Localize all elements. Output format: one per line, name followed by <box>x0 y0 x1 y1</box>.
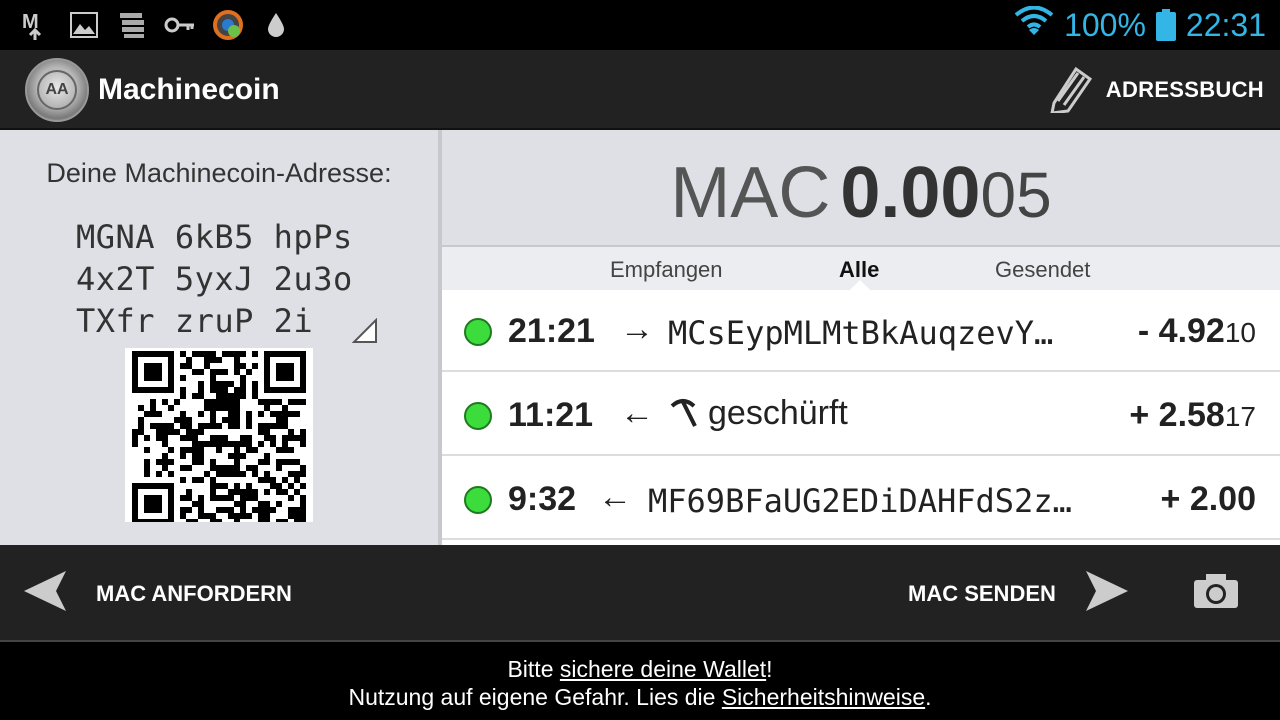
outgoing-arrow-icon: → <box>620 310 654 348</box>
amount-small-digits: 10 <box>1224 317 1256 348</box>
send-coins-label: MAC SENDEN <box>908 580 1056 606</box>
safety-notes-link[interactable]: Sicherheitshinweise <box>722 684 925 710</box>
footer-line-1: Bitte sichere deine Wallet! <box>0 656 1280 683</box>
amount-main: - 4.92 <box>1137 312 1225 350</box>
tab-received[interactable]: Empfangen <box>610 257 723 283</box>
address-book-label: ADRESSBUCH <box>1105 77 1264 102</box>
status-bar: M 100% 22:31 <box>0 0 1280 50</box>
camera-icon <box>1192 572 1240 615</box>
balance-area: MAC 0.00 05 <box>442 130 1280 245</box>
pencil-icon <box>1049 63 1094 118</box>
action-bar: AA Machinecoin ADRESSBUCH <box>0 50 1280 130</box>
balance: MAC 0.00 05 <box>442 130 1280 245</box>
footer-text: . <box>925 684 932 710</box>
wifi-icon <box>1014 5 1054 44</box>
key-icon <box>164 10 196 40</box>
drop-icon <box>264 10 288 40</box>
pickaxe-icon <box>668 398 698 437</box>
address-line-1[interactable]: MGNA 6kB5 hpPs <box>76 218 353 256</box>
address-book-button[interactable]: ADRESSBUCH <box>1049 50 1280 130</box>
tab-sent[interactable]: Gesendet <box>995 257 1090 283</box>
address-panel: Deine Machinecoin-Adresse: MGNA 6kB5 hpP… <box>0 130 438 545</box>
footer-text: Nutzung auf eigene Gefahr. Lies die <box>348 684 722 710</box>
coin-icon: AA <box>37 70 77 110</box>
incoming-arrow-icon: ← <box>620 394 654 432</box>
backup-wallet-link[interactable]: sichere deine Wallet <box>560 656 766 682</box>
amount-main: + 2.58 <box>1129 396 1225 434</box>
transaction-label: geschürft <box>708 394 848 432</box>
app-title: Machinecoin <box>98 73 280 106</box>
confirmed-status-icon <box>464 402 492 430</box>
scan-qr-button[interactable] <box>1192 545 1240 642</box>
address-line-2[interactable]: 4x2T 5yxJ 2u3o <box>76 260 353 298</box>
transaction-tabs: Empfangen Alle Gesendet <box>442 245 1280 292</box>
transaction-address: MCsEypMLMtBkAuqzevY… <box>668 314 1054 352</box>
amount-small-digits: 17 <box>1224 401 1256 432</box>
expand-corner-icon[interactable] <box>351 317 378 344</box>
request-coins-button[interactable]: MAC ANFORDERN <box>22 545 292 642</box>
address-label: Deine Machinecoin-Adresse: <box>46 158 392 188</box>
gallery-icon <box>70 10 98 40</box>
gmail-icon: M <box>22 10 48 40</box>
clock: 22:31 <box>1185 6 1266 43</box>
balance-small-digits: 05 <box>980 159 1052 231</box>
transaction-amount: + 2.5817 <box>1129 396 1256 435</box>
transaction-time: 11:21 <box>508 396 594 434</box>
transaction-amount: - 4.9210 <box>1138 312 1256 351</box>
incoming-arrow-icon: ← <box>598 478 632 516</box>
transaction-list: 21:21 → MCsEypMLMtBkAuqzevY… - 4.9210 11… <box>442 290 1280 545</box>
transaction-address: MF69BFaUG2EDiDAHFdS2z… <box>648 482 1072 520</box>
send-arrow-right-icon <box>1084 569 1130 618</box>
footer-text: Bitte <box>507 656 560 682</box>
confirmed-status-icon <box>464 318 492 346</box>
request-coins-label: MAC ANFORDERN <box>96 580 292 606</box>
transaction-row[interactable]: 11:21 ← geschürft + 2.5817 <box>442 374 1280 456</box>
amount-main: + 2.00 <box>1160 480 1256 518</box>
footer-line-2: Nutzung auf eigene Gefahr. Lies die Sich… <box>0 684 1280 711</box>
send-arrow-left-icon <box>22 569 68 618</box>
transaction-time: 21:21 <box>508 312 595 350</box>
confirmed-status-icon <box>464 486 492 514</box>
balance-currency: MAC <box>670 153 831 233</box>
stack-icon <box>118 10 146 40</box>
battery-percent: 100% <box>1064 6 1146 43</box>
footer-text: ! <box>766 656 773 682</box>
send-coins-button[interactable]: MAC SENDEN <box>908 545 1130 642</box>
footer-warning: Bitte sichere deine Wallet! Nutzung auf … <box>0 644 1280 720</box>
address-line-3[interactable]: TXfr zruP 2i <box>76 302 313 340</box>
balance-main: 0.00 <box>840 153 981 233</box>
transaction-amount: + 2.00 <box>1161 480 1256 519</box>
transaction-time: 9:32 <box>508 480 577 518</box>
address-qr-code[interactable] <box>125 348 313 522</box>
battery-icon <box>1155 9 1176 41</box>
bottom-action-bar: MAC ANFORDERN MAC SENDEN <box>0 545 1280 642</box>
transaction-row[interactable]: 9:32 ← MF69BFaUG2EDiDAHFdS2z… + 2.00 <box>442 458 1280 540</box>
transaction-row[interactable]: 21:21 → MCsEypMLMtBkAuqzevY… - 4.9210 <box>442 290 1280 372</box>
app-logo[interactable]: AA <box>25 58 89 122</box>
mining-app-icon <box>212 10 244 40</box>
